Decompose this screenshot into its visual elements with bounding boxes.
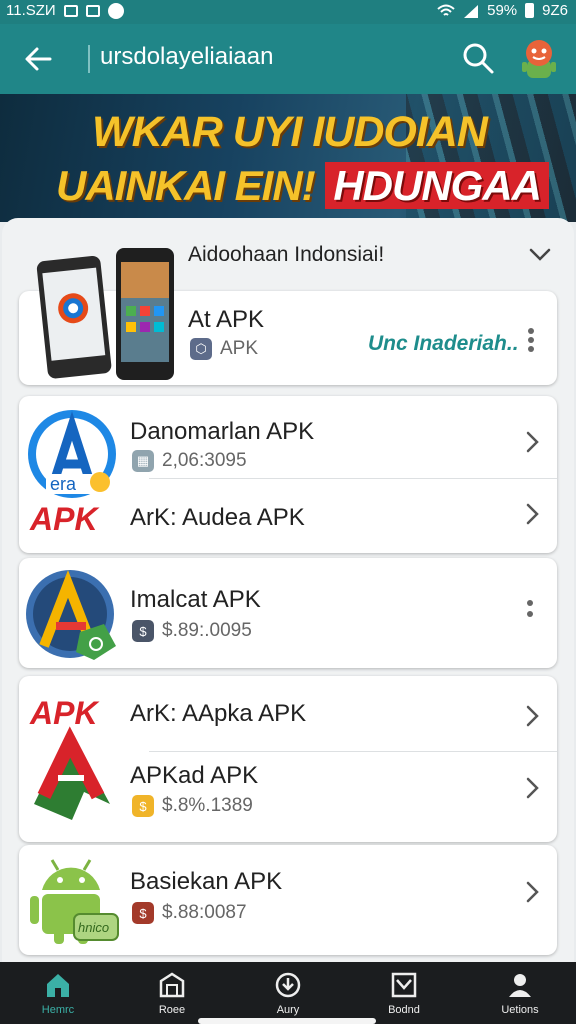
nav-downloads[interactable]: Aury xyxy=(238,962,338,1024)
nav-library[interactable]: Bodnd xyxy=(354,962,454,1024)
app-meta: $ $.88:0087 xyxy=(132,902,247,924)
user-icon xyxy=(509,974,531,997)
nav-home[interactable]: Hemrc xyxy=(8,962,108,1024)
status-clock: 9Z6 xyxy=(542,2,568,19)
panel-header: Aidoohaan Indonsiai! xyxy=(188,243,385,266)
apk-logo-text: APK xyxy=(29,695,100,731)
app-title: Danomarlan APK xyxy=(130,418,315,445)
app-price: $.88:0087 xyxy=(162,902,247,923)
notification-icon xyxy=(63,4,78,17)
wifi-icon xyxy=(437,4,455,16)
nav-store[interactable]: Roee xyxy=(122,962,222,1024)
nav-label: Bodnd xyxy=(388,1004,420,1016)
banner-headline: WKAR UYI IUDOIAN xyxy=(92,108,488,156)
apk-logo-icon: APK xyxy=(29,695,110,820)
app-title: Imalcat APK xyxy=(130,586,261,613)
download-icon xyxy=(275,972,301,998)
battery-icon xyxy=(525,3,535,18)
row-divider xyxy=(149,751,557,752)
size-icon: ▦ xyxy=(132,450,154,472)
chevron-right-icon[interactable] xyxy=(524,502,540,526)
apk-logo-icon: era APK xyxy=(28,410,116,536)
app-meta: ▦ 2,06:3095 xyxy=(132,450,247,472)
chevron-right-icon[interactable] xyxy=(524,880,540,904)
featured-action-link[interactable]: Unc Inaderiah.. xyxy=(368,332,519,356)
app-price: $.8%.1389 xyxy=(162,795,253,816)
chevron-right-icon[interactable] xyxy=(524,704,540,728)
featured-subtitle: APK xyxy=(220,338,259,359)
arrow-left-icon[interactable] xyxy=(22,42,56,76)
app-price: $.89:.0095 xyxy=(162,620,252,641)
more-vert-icon[interactable] xyxy=(526,597,534,621)
price-icon: $ xyxy=(132,620,154,642)
more-vert-icon[interactable] xyxy=(527,327,535,353)
app-title: Basiekan APK xyxy=(130,868,283,895)
android-icon: hnico xyxy=(30,859,119,944)
row-divider xyxy=(149,478,557,479)
gallery-icon xyxy=(85,4,100,17)
nav-label: Hemrc xyxy=(41,1004,75,1016)
app-bar: ursdolayeliaiaan xyxy=(0,24,576,94)
checkbox-icon xyxy=(391,972,417,998)
mascot-icon[interactable] xyxy=(518,36,560,82)
app-meta: $ $.8%.1389 xyxy=(132,795,253,817)
battery-percent: 59% xyxy=(487,2,518,19)
status-bar: 11.SZИ 59% 9Z6 xyxy=(0,0,576,24)
app-title[interactable]: ArK: AApka APK xyxy=(130,700,306,728)
banner-subheadline-b: HDUNGAA xyxy=(325,162,549,209)
apk-logo-sub: era xyxy=(50,474,77,494)
home-icon xyxy=(47,974,69,997)
bottom-nav: Hemrc Roee Aury Bodnd Uetions xyxy=(0,962,576,1024)
featured-title: At APK xyxy=(188,306,265,333)
apk-logo-text: APK xyxy=(29,501,100,536)
app-logo-icon xyxy=(26,570,116,660)
app-meta: $ $.89:.0095 xyxy=(132,620,252,642)
nav-label: Uetions xyxy=(501,1004,539,1016)
android-logo-text: hnico xyxy=(78,920,109,935)
home-indicator[interactable] xyxy=(198,1018,376,1024)
signal-icon xyxy=(464,4,479,18)
chevron-down-icon[interactable] xyxy=(526,244,554,264)
store-icon xyxy=(159,972,185,998)
app-title: ursdolayeliaiaan xyxy=(87,43,274,73)
banner-subheadline-a: UAINKAI EIN! xyxy=(56,162,316,209)
phones-illustration xyxy=(36,248,174,380)
chevron-right-icon[interactable] xyxy=(524,430,540,454)
coin-icon: $ xyxy=(132,795,154,817)
promo-banner[interactable]: WKAR UYI IUDOIAN UAINKAI EIN! HDUNGAA xyxy=(0,94,576,222)
nav-label: Roee xyxy=(158,1004,186,1016)
app-size: 2,06:3095 xyxy=(162,450,247,471)
nav-account[interactable]: Uetions xyxy=(470,962,570,1024)
price-icon: $ xyxy=(132,902,154,924)
status-time: 11.SZИ xyxy=(6,2,56,19)
featured-meta: ⬡ APK xyxy=(190,338,258,360)
nav-label: Aury xyxy=(276,1004,300,1016)
banner-subheadline: UAINKAI EIN! HDUNGAA xyxy=(56,162,549,210)
apk-icon: ⬡ xyxy=(190,338,212,360)
app-notification-icon xyxy=(107,2,124,19)
chevron-right-icon[interactable] xyxy=(524,776,540,800)
search-icon[interactable] xyxy=(460,40,496,76)
app-title[interactable]: ArK: Audea APK xyxy=(130,504,305,532)
app-title: APKad APK xyxy=(130,762,259,789)
